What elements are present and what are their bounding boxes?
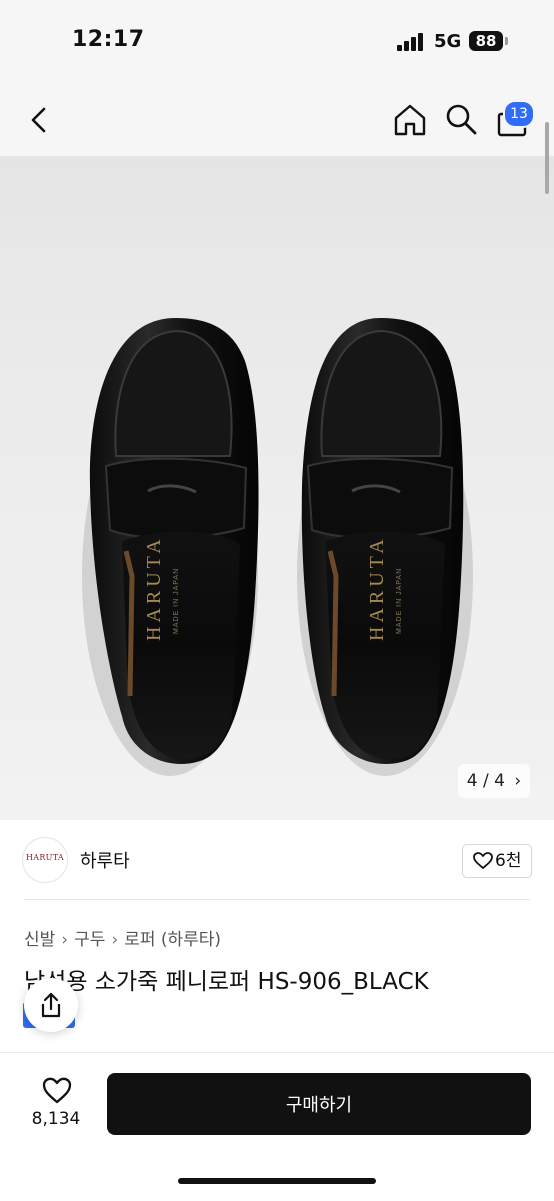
loafer-pair-image: HARUTA MADE IN JAPAN HARUTA MADE IN JAPA… xyxy=(82,318,473,776)
wishlist-count: 8,134 xyxy=(31,1109,81,1129)
wishlist-heart-icon[interactable] xyxy=(42,1077,72,1105)
brand-logo-text: HARUTA xyxy=(26,853,64,862)
search-icon[interactable] xyxy=(444,102,478,136)
brand-logo[interactable]: HARUTA xyxy=(22,837,68,883)
scrollbar[interactable] xyxy=(545,122,549,194)
network-label: 5G xyxy=(434,31,462,52)
chevron-right-icon: › xyxy=(514,771,522,791)
pager-label: 4 / 4 xyxy=(466,771,505,791)
insole-logo: HARUTA xyxy=(143,535,165,641)
image-pager[interactable]: 4 / 4 › xyxy=(458,764,530,798)
heart-icon xyxy=(473,852,493,869)
brand-row: HARUTA 하루타 6천 xyxy=(0,820,554,900)
brand-name[interactable]: 하루타 xyxy=(80,847,130,873)
breadcrumb-item[interactable]: 신발 xyxy=(24,930,55,950)
home-icon[interactable] xyxy=(392,102,428,138)
breadcrumb: 신발 › 구두 › 로퍼 (하루타) xyxy=(24,925,221,950)
share-icon xyxy=(41,992,61,1018)
battery-icon: 88 xyxy=(469,31,503,51)
cart-count-badge: 13 xyxy=(503,100,535,128)
insole-logo: HARUTA xyxy=(366,535,388,641)
insole-subtext: MADE IN JAPAN xyxy=(396,568,403,634)
chevron-right-icon: › xyxy=(111,930,119,950)
divider xyxy=(24,899,530,900)
battery-nub xyxy=(505,37,508,45)
home-indicator xyxy=(178,1178,376,1184)
share-button[interactable] xyxy=(24,978,78,1032)
back-icon[interactable] xyxy=(24,104,56,136)
breadcrumb-item[interactable]: 구두 xyxy=(74,930,105,950)
buy-button[interactable]: 구매하기 xyxy=(107,1073,531,1135)
breadcrumb-item[interactable]: 로퍼 (하루타) xyxy=(124,930,221,950)
status-time: 12:17 xyxy=(72,27,145,52)
product-image-gallery[interactable]: HARUTA MADE IN JAPAN HARUTA MADE IN JAPA… xyxy=(0,156,554,820)
signal-icon xyxy=(397,33,425,51)
product-title: 남성용 소가죽 페니로퍼 HS-906_BLACK xyxy=(24,969,429,995)
brand-like-button[interactable]: 6천 xyxy=(462,844,532,878)
brand-like-count: 6천 xyxy=(495,851,522,871)
status-bar: 12:17 5G 88 xyxy=(0,0,554,84)
chevron-right-icon: › xyxy=(61,930,69,950)
insole-subtext: MADE IN JAPAN xyxy=(173,568,180,634)
top-nav: 13 xyxy=(0,84,554,156)
